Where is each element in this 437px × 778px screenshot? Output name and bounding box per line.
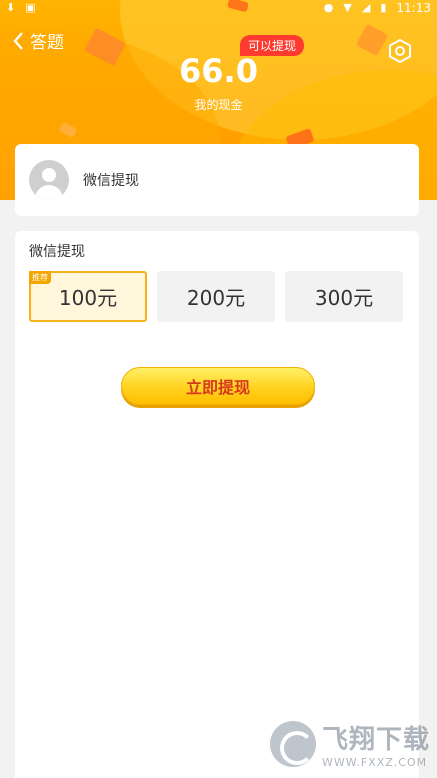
back-label: 答题 <box>30 33 64 53</box>
cash-amount-label: 我的现金 <box>194 98 243 112</box>
signal-icon: ◢ <box>361 1 371 14</box>
battery-icon: ▮ <box>380 1 387 14</box>
status-bar: ⬇ ▣ ● ▼ ◢ ▮ 11:13 <box>0 0 437 16</box>
amount-option-label: 100元 <box>58 286 118 310</box>
amount-option-100[interactable]: 推荐 100元 <box>29 271 147 322</box>
amount-options: 推荐 100元 200元 300元 <box>29 271 403 322</box>
withdraw-panel: 微信提现 推荐 100元 200元 300元 立即提现 <box>15 231 419 778</box>
amount-option-label: 200元 <box>186 286 246 310</box>
account-card[interactable]: 微信提现 <box>15 144 419 216</box>
recommend-tag: 推荐 <box>29 271 51 284</box>
withdraw-now-button[interactable]: 立即提现 <box>121 367 315 405</box>
app-notification-icon: ▣ <box>25 1 36 14</box>
wifi-icon: ▼ <box>343 1 352 14</box>
amount-option-300[interactable]: 300元 <box>285 271 403 322</box>
download-icon: ⬇ <box>6 1 16 14</box>
withdraw-title: 微信提现 <box>29 244 85 260</box>
site-watermark: 飞翔下载 WWW.FXXZ.COM <box>270 714 437 774</box>
watermark-cn: 飞翔下载 <box>322 725 431 755</box>
watermark-en: WWW.FXXZ.COM <box>322 756 428 769</box>
watermark-logo-icon <box>270 721 316 767</box>
chevron-left-icon <box>12 31 24 51</box>
status-time: 11:13 <box>396 1 431 15</box>
location-icon: ● <box>323 1 334 14</box>
account-name: 微信提现 <box>83 173 139 189</box>
amount-option-label: 300元 <box>314 286 374 310</box>
cash-amount: 66.0 <box>179 52 258 90</box>
back-button[interactable]: 答题 <box>12 28 64 53</box>
amount-option-200[interactable]: 200元 <box>157 271 275 322</box>
avatar <box>29 160 69 200</box>
